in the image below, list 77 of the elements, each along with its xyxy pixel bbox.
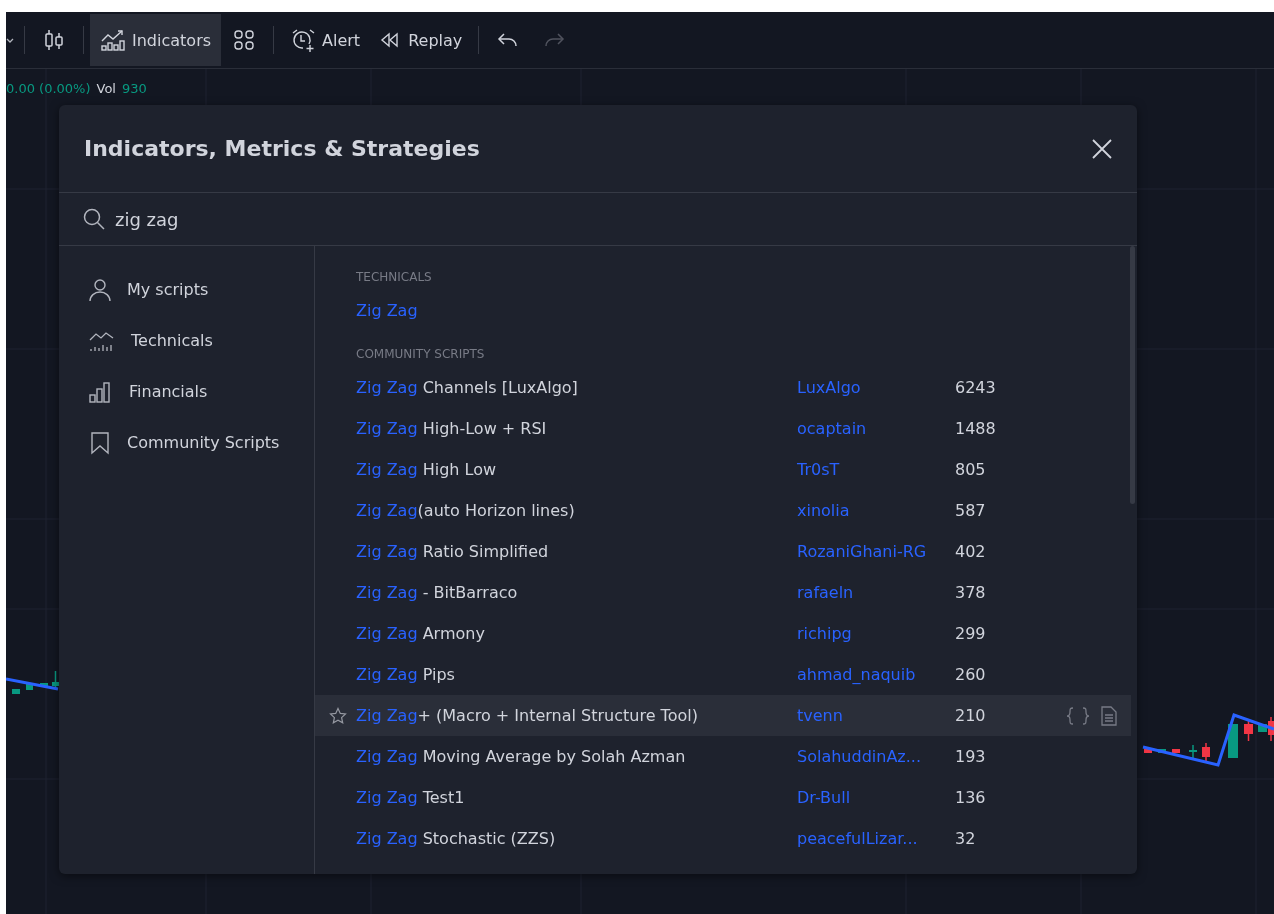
section-heading: COMMUNITY SCRIPTS — [355, 346, 486, 363]
script-name: Zig Zag Pips — [356, 665, 456, 684]
script-row[interactable]: Zig Zag High-Low + RSI ocaptain 1488 — [315, 408, 1131, 449]
dialog-title: Indicators, Metrics & Strategies — [84, 136, 480, 161]
script-row[interactable]: Zig Zag - BitBarraco rafaeln 378 — [315, 572, 1131, 613]
script-name: Zig Zag Channels [LuxAlgo] — [356, 378, 579, 397]
script-row[interactable]: Zig Zag Test1 Dr-Bull 136 — [315, 777, 1131, 818]
script-name: Zig Zag — [356, 301, 419, 320]
zigzag-line — [6, 677, 59, 691]
script-row[interactable]: Zig Zag Stochastic (ZZS) peacefulLizar... 32 — [315, 818, 1131, 859]
candle — [1189, 744, 1197, 760]
redo-icon — [543, 31, 566, 49]
candle — [12, 689, 20, 694]
script-row[interactable]: Zig Zag Armony richipg 299 — [315, 613, 1131, 654]
candle — [1172, 749, 1180, 753]
script-row[interactable]: Zig Zag+ (Macro + Internal Structure Tool) tvenn 210 — [315, 695, 1131, 736]
likes-count: 402 — [955, 542, 987, 561]
script-name: Zig Zag(auto Horizon lines) — [356, 501, 576, 520]
likes-count: 6243 — [955, 378, 997, 397]
chart-icon — [100, 28, 126, 52]
likes-count: 805 — [955, 460, 987, 479]
script-name: Zig Zag Armony — [356, 624, 486, 643]
scrollbar[interactable] — [1130, 246, 1135, 504]
volume-value: 930 — [122, 81, 147, 96]
likes-count: 378 — [955, 583, 987, 602]
script-row[interactable]: Zig Zag(auto Horizon lines) xinolia 587 — [315, 490, 1131, 531]
script-row[interactable]: Zig Zag Pips ahmad_naquib 260 — [315, 654, 1131, 695]
candle — [1202, 742, 1210, 762]
alert-button[interactable]: Alert — [280, 16, 371, 64]
candle — [40, 683, 48, 687]
sidebar-item[interactable]: My scripts — [59, 264, 314, 315]
sidebar-item[interactable]: Technicals — [59, 315, 314, 366]
script-row[interactable]: Zig Zag High Low Tr0sT 805 — [315, 449, 1131, 490]
likes-count: 299 — [955, 624, 987, 643]
grid-icon — [233, 29, 256, 51]
alarm-clock-icon — [290, 27, 317, 53]
likes-count: 193 — [955, 747, 987, 766]
bookmark-icon — [89, 430, 111, 455]
likes-count: 587 — [955, 501, 987, 520]
likes-count: 136 — [955, 788, 987, 807]
search-icon — [83, 208, 105, 230]
script-name: Zig Zag Stochastic (ZZS) — [356, 829, 557, 848]
candle — [1144, 749, 1152, 753]
script-name: Zig Zag High Low — [356, 460, 498, 479]
price-change: 0.00 (0.00%) — [6, 81, 91, 96]
replay-button[interactable]: Replay — [370, 16, 473, 64]
script-row[interactable]: Zig Zag Ratio Simplified RozaniGhani-RG 402 — [315, 531, 1131, 572]
volume-label: Vol — [96, 81, 116, 96]
candle — [1244, 720, 1253, 742]
script-name: Zig Zag Moving Average by Solah Azman — [356, 747, 687, 766]
star-icon[interactable] — [328, 706, 347, 725]
script-name: Zig Zag Ratio Simplified — [356, 542, 550, 561]
sidebar-item[interactable]: Financials — [59, 366, 314, 417]
script-name: Zig Zag - BitBarraco — [356, 583, 519, 602]
section-heading: TECHNICALS — [355, 269, 433, 286]
undo-icon — [497, 31, 520, 49]
script-row[interactable]: Zig Zag Channels [LuxAlgo] LuxAlgo 6243 — [315, 367, 1131, 408]
person-icon — [89, 277, 111, 302]
likes-count: 1488 — [955, 419, 997, 438]
script-row[interactable]: Zig Zag Moving Average by Solah Azman SolahuddinAz... 193 — [315, 736, 1131, 777]
sidebar-item[interactable]: Community Scripts — [59, 417, 314, 468]
candlestick-icon — [43, 28, 65, 52]
search-field[interactable]: zig zag — [115, 204, 1015, 234]
script-name: Zig Zag+ (Macro + Internal Structure Tool) — [356, 706, 699, 725]
close-icon — [1091, 137, 1113, 160]
candle — [52, 670, 59, 690]
document-icon[interactable] — [1101, 705, 1117, 726]
likes-count: 210 — [955, 706, 987, 725]
likes-count: 260 — [955, 665, 987, 684]
script-name: Zig Zag Test1 — [356, 788, 466, 807]
bar-chart-icon — [89, 380, 113, 403]
candle — [1228, 724, 1238, 758]
indicators-button[interactable]: Indicators — [90, 14, 222, 66]
likes-count: 32 — [955, 829, 977, 848]
braces-icon[interactable] — [1065, 705, 1091, 726]
candle — [26, 684, 33, 690]
script-name: Zig Zag High-Low + RSI — [356, 419, 548, 438]
